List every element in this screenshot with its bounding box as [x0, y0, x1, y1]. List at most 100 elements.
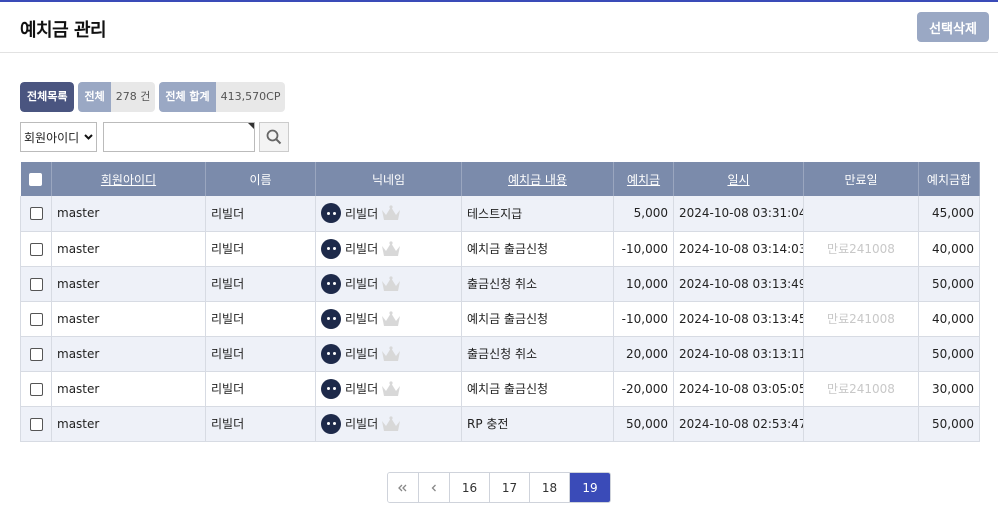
row-select-cell[interactable]	[20, 371, 52, 407]
amount-cell: -10,000	[613, 301, 674, 337]
total-sum-label: 전체 합계	[159, 82, 216, 112]
prev-page-button[interactable]	[419, 473, 450, 502]
balance-cell: 50,000	[918, 336, 980, 372]
chevron-down-icon	[84, 134, 93, 140]
nickname-text[interactable]: 리빌더	[345, 415, 378, 432]
row-checkbox[interactable]	[29, 347, 43, 361]
nickname-text[interactable]: 리빌더	[345, 240, 378, 257]
row-select-cell[interactable]	[20, 336, 52, 372]
row-checkbox[interactable]	[29, 382, 43, 396]
amount-cell: -10,000	[613, 231, 674, 267]
row-checkbox[interactable]	[29, 242, 43, 256]
search-bar: 회원아이디	[20, 122, 289, 152]
input-corner-marker	[248, 123, 254, 129]
first-page-button[interactable]	[388, 473, 419, 502]
current-page-button[interactable]: 19	[570, 473, 610, 502]
summary-bar: 전체목록 전체 278 건 전체 합계 413,570CP	[20, 82, 289, 112]
page-button[interactable]: 18	[530, 473, 570, 502]
search-field-value: 회원아이디	[24, 130, 80, 145]
header-content[interactable]: 예치금 내용	[461, 162, 614, 196]
nickname-cell[interactable]: 리빌더	[315, 231, 462, 267]
header-member-id[interactable]: 회원아이디	[51, 162, 206, 196]
name-cell: 리빌더	[205, 371, 316, 407]
datetime-cell: 2024-10-08 03:31:04	[673, 196, 804, 232]
content-cell: 예치금 출금신청	[461, 371, 614, 407]
datetime-cell: 2024-10-08 02:53:47	[673, 406, 804, 442]
double-chevron-left-icon	[398, 484, 407, 491]
content-cell: 예치금 출금신청	[461, 231, 614, 267]
list-all-pill[interactable]: 전체목록	[20, 82, 75, 112]
content-cell: 테스트지급	[461, 196, 614, 232]
nickname-cell[interactable]: 리빌더	[315, 196, 462, 232]
nickname-cell[interactable]: 리빌더	[315, 336, 462, 372]
chat-bubble-icon	[321, 308, 341, 329]
row-checkbox[interactable]	[29, 417, 43, 431]
member-id-cell: master	[51, 196, 206, 232]
content-cell: 예치금 출금신청	[461, 301, 614, 337]
nickname-text[interactable]: 리빌더	[345, 380, 378, 397]
delete-selected-button[interactable]: 선택삭제	[917, 12, 989, 42]
row-select-cell[interactable]	[20, 406, 52, 442]
chevron-left-icon	[431, 484, 436, 491]
header-amount[interactable]: 예치금	[613, 162, 674, 196]
datetime-cell: 2024-10-08 03:13:45	[673, 301, 804, 337]
nickname-cell[interactable]: 리빌더	[315, 406, 462, 442]
nickname-cell[interactable]: 리빌더	[315, 266, 462, 302]
member-id-cell: master	[51, 371, 206, 407]
table-row: master 리빌더 리빌더 예치금 출금신청 -10,000 2024-10-08 03…	[20, 231, 980, 267]
expire-cell	[803, 266, 919, 302]
select-all-header[interactable]	[20, 162, 52, 196]
row-checkbox[interactable]	[29, 312, 43, 326]
nickname-cell[interactable]: 리빌더	[315, 371, 462, 407]
table-header-row: 회원아이디 이름 닉네임 예치금 내용 예치금 일시 만료일 예치금합	[20, 162, 980, 196]
chat-bubble-icon	[321, 343, 341, 364]
balance-cell: 45,000	[918, 196, 980, 232]
page-title: 예치금 관리	[20, 20, 107, 41]
deposit-table: 회원아이디 이름 닉네임 예치금 내용 예치금 일시 만료일 예치금합 mast…	[20, 162, 980, 442]
nickname-text[interactable]: 리빌더	[345, 205, 378, 222]
row-select-cell[interactable]	[20, 301, 52, 337]
crown-icon	[382, 345, 401, 361]
page-button[interactable]: 17	[490, 473, 530, 502]
table-row: master 리빌더 리빌더 테스트지급 5,000 2024-10-08 03:31:0…	[20, 196, 980, 232]
name-cell: 리빌더	[205, 301, 316, 337]
expire-cell: 만료241008	[803, 231, 919, 267]
row-select-cell[interactable]	[20, 266, 52, 302]
row-checkbox[interactable]	[29, 207, 43, 221]
search-icon	[266, 129, 282, 145]
content-cell: 출금신청 취소	[461, 266, 614, 302]
name-cell: 리빌더	[205, 266, 316, 302]
table-row: master 리빌더 리빌더 예치금 출금신청 -20,000 2024-10-08 03…	[20, 371, 980, 407]
balance-cell: 40,000	[918, 301, 980, 337]
row-select-cell[interactable]	[20, 196, 52, 232]
datetime-cell: 2024-10-08 03:14:03	[673, 231, 804, 267]
crown-icon	[382, 380, 401, 396]
search-field-select[interactable]: 회원아이디	[20, 122, 97, 152]
search-input[interactable]	[103, 122, 255, 152]
table-row: master 리빌더 리빌더 RP 충전 50,000 2024-10-08 02:53:…	[20, 406, 980, 442]
expire-cell: 만료241008	[803, 371, 919, 407]
datetime-cell: 2024-10-08 03:05:05	[673, 371, 804, 407]
page-button[interactable]: 16	[450, 473, 490, 502]
balance-cell: 50,000	[918, 266, 980, 302]
nickname-text[interactable]: 리빌더	[345, 275, 378, 292]
member-id-cell: master	[51, 231, 206, 267]
row-select-cell[interactable]	[20, 231, 52, 267]
select-all-checkbox[interactable]	[29, 173, 43, 186]
nickname-text[interactable]: 리빌더	[345, 345, 378, 362]
row-checkbox[interactable]	[29, 277, 43, 291]
datetime-cell: 2024-10-08 03:13:11	[673, 336, 804, 372]
amount-cell: -20,000	[613, 371, 674, 407]
nickname-text[interactable]: 리빌더	[345, 310, 378, 327]
search-button[interactable]	[259, 122, 289, 152]
crown-icon	[382, 310, 401, 326]
nickname-cell[interactable]: 리빌더	[315, 301, 462, 337]
amount-cell: 5,000	[613, 196, 674, 232]
expire-cell	[803, 406, 919, 442]
content-cell: 출금신청 취소	[461, 336, 614, 372]
list-all-button[interactable]: 전체목록	[20, 82, 75, 112]
expire-cell: 만료241008	[803, 301, 919, 337]
amount-cell: 50,000	[613, 406, 674, 442]
header-datetime[interactable]: 일시	[673, 162, 804, 196]
chat-bubble-icon	[321, 413, 341, 434]
